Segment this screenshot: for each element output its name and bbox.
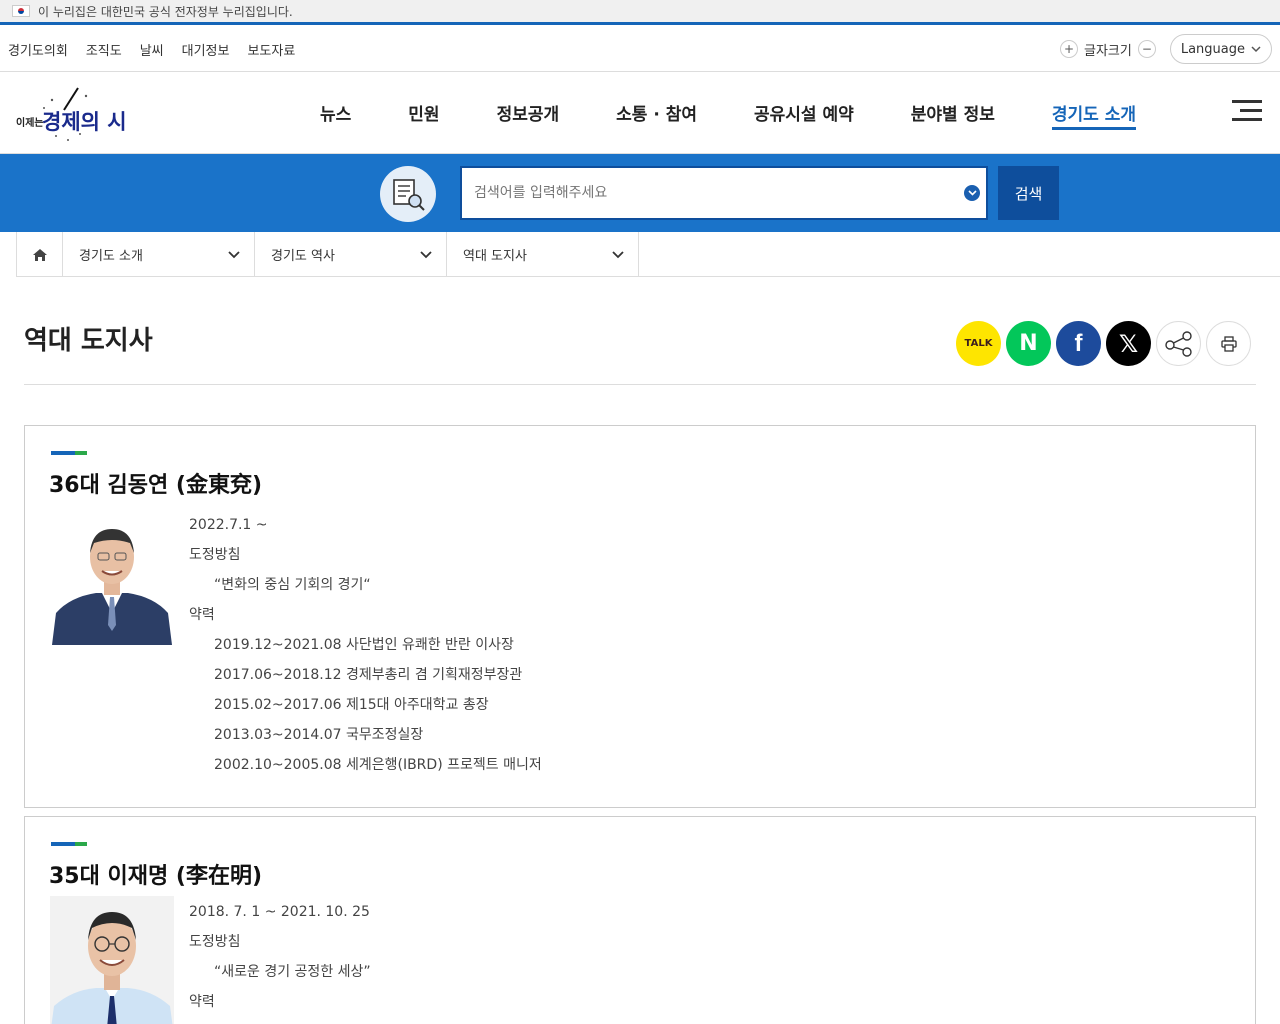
governor-info: 2018. 7. 1 ~ 2021. 10. 25 도정방침 “새로운 경기 공…	[189, 897, 371, 1017]
chevron-down-icon	[228, 250, 240, 258]
search-band: 검색	[0, 154, 1280, 232]
util-link-press[interactable]: 보도자료	[247, 40, 295, 59]
governor-card: 36대 김동연 (金東兗) 2022.7.1 ~ 도정방침 “변화의 중심 기회…	[24, 425, 1256, 808]
util-link-assembly[interactable]: 경기도의회	[8, 40, 68, 59]
gov-banner-text: 이 누리집은 대한민국 공식 전자정부 누리집입니다.	[38, 4, 293, 19]
logo-graphic: 이제는 경제의 시간	[16, 87, 146, 141]
search-option-chevron-icon[interactable]	[964, 185, 980, 201]
share-tools: TALK N f 𝕏	[956, 321, 1251, 366]
korean-flag-icon	[12, 5, 30, 17]
language-button[interactable]: Language	[1169, 34, 1272, 64]
nav-communication[interactable]: 소통 · 참여	[616, 100, 697, 130]
chevron-down-icon	[1251, 45, 1261, 52]
breadcrumb-level-1-label: 경기도 소개	[79, 249, 143, 264]
x-icon: 𝕏	[1118, 329, 1139, 358]
governor-name: 36대 김동연 (金東兗)	[49, 473, 263, 498]
card-accent-bar	[51, 842, 87, 846]
career-item: 2013.03~2014.07 국무조정실장	[214, 727, 424, 743]
career-item: 2017.06~2018.12 경제부총리 겸 기획재정부장관	[214, 667, 523, 683]
nav-field-info[interactable]: 분야별 정보	[911, 100, 995, 130]
util-link-air[interactable]: 대기정보	[182, 40, 230, 59]
governor-photo	[50, 896, 174, 1024]
logo-small-text: 이제는	[16, 116, 44, 129]
career-item: 2015.02~2017.06 제15대 아주대학교 총장	[214, 697, 489, 713]
career-label: 약력	[189, 994, 215, 1010]
page-title: 역대 도지사	[24, 326, 153, 356]
language-label: Language	[1180, 41, 1245, 57]
utility-links: 경기도의회 조직도 날씨 대기정보 보도자료	[0, 40, 295, 59]
naver-icon: N	[1019, 331, 1038, 356]
career-item: 2019.12~2021.08 사단법인 유쾌한 반란 이사장	[214, 637, 514, 653]
logo-big-text: 경제의 시간	[42, 110, 126, 134]
governor-photo	[50, 513, 174, 645]
kakao-talk-share-button[interactable]: TALK	[956, 321, 1001, 366]
nav-facility[interactable]: 공유시설 예약	[754, 100, 854, 130]
kakao-talk-icon: TALK	[964, 338, 993, 349]
breadcrumb-level-3-label: 역대 도지사	[463, 249, 527, 264]
site-logo[interactable]: 이제는 경제의 시간	[14, 82, 146, 142]
gov-banner: 이 누리집은 대한민국 공식 전자정부 누리집입니다.	[0, 0, 1280, 25]
chevron-down-icon	[420, 250, 432, 258]
facebook-icon: f	[1074, 329, 1083, 357]
naver-share-button[interactable]: N	[1006, 321, 1051, 366]
print-icon	[1220, 335, 1237, 352]
font-decrease-icon[interactable]: −	[1137, 40, 1156, 58]
breadcrumb-level-2[interactable]: 경기도 역사	[255, 232, 447, 277]
governor-name: 35대 이재명 (李在明)	[49, 864, 263, 889]
search-button[interactable]: 검색	[998, 166, 1059, 220]
home-icon[interactable]	[16, 232, 63, 277]
share-button[interactable]	[1156, 321, 1201, 366]
site-header: 이제는 경제의 시간 뉴스 민원 정보공개 소통 · 참여 공유시설 예약 분야…	[0, 72, 1280, 154]
main-nav: 뉴스 민원 정보공개 소통 · 참여 공유시설 예약 분야별 정보 경기도 소개	[320, 100, 1136, 130]
nav-news[interactable]: 뉴스	[320, 100, 351, 130]
util-link-orgchart[interactable]: 조직도	[86, 40, 122, 59]
font-size-control: + 글자크기 −	[1060, 40, 1156, 59]
career-label: 약력	[189, 607, 215, 623]
util-link-weather[interactable]: 날씨	[140, 40, 164, 59]
title-divider	[24, 384, 1256, 385]
search-input[interactable]	[460, 166, 988, 220]
facebook-share-button[interactable]: f	[1056, 321, 1101, 366]
career-item: 2002.10~2005.08 세계은행(IBRD) 프로젝트 매니저	[214, 757, 542, 773]
nav-info[interactable]: 정보공개	[497, 100, 560, 130]
policy-label: 도정방침	[189, 934, 241, 950]
breadcrumb-level-1[interactable]: 경기도 소개	[63, 232, 255, 277]
governor-term: 2018. 7. 1 ~ 2021. 10. 25	[189, 904, 370, 920]
governor-term: 2022.7.1 ~	[189, 517, 268, 533]
x-share-button[interactable]: 𝕏	[1106, 321, 1151, 366]
breadcrumb: 경기도 소개 경기도 역사 역대 도지사	[16, 232, 1280, 277]
utility-bar: 경기도의회 조직도 날씨 대기정보 보도자료 + 글자크기 − Language	[0, 28, 1280, 72]
print-button[interactable]	[1206, 321, 1251, 366]
policy-slogan: “새로운 경기 공정한 세상”	[214, 964, 371, 980]
font-increase-icon[interactable]: +	[1060, 40, 1078, 58]
policy-slogan: “변화의 중심 기회의 경기“	[214, 577, 371, 593]
utility-right: + 글자크기 − Language	[1060, 34, 1272, 64]
document-search-icon	[380, 166, 436, 222]
share-icon	[1164, 330, 1192, 357]
card-accent-bar	[51, 451, 87, 455]
chevron-down-icon	[612, 250, 624, 258]
governor-card: 35대 이재명 (李在明) 2018. 7. 1 ~ 2021. 10. 25 …	[24, 816, 1256, 1024]
nav-about[interactable]: 경기도 소개	[1051, 100, 1136, 130]
font-size-label: 글자크기	[1084, 43, 1132, 59]
breadcrumb-level-2-label: 경기도 역사	[271, 249, 335, 264]
governor-info: 2022.7.1 ~ 도정방침 “변화의 중심 기회의 경기“ 약력 2019.…	[189, 510, 542, 780]
policy-label: 도정방침	[189, 547, 241, 563]
nav-civil[interactable]: 민원	[408, 100, 439, 130]
breadcrumb-level-3[interactable]: 역대 도지사	[447, 232, 639, 277]
menu-icon[interactable]	[1232, 100, 1262, 122]
